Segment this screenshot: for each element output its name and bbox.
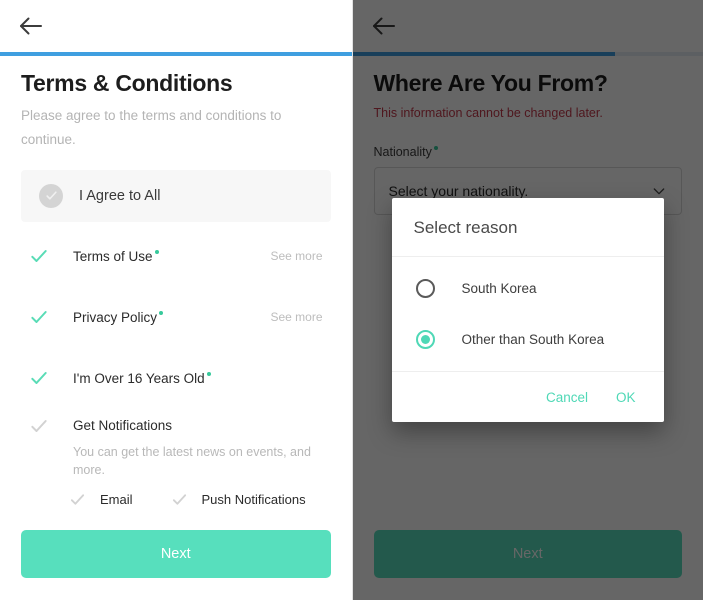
term-label-text: I'm Over 16 Years Old [73,370,205,386]
term-label: I'm Over 16 Years Old [73,371,211,386]
left-appbar [0,0,352,52]
terms-screen: Terms & Conditions Please agree to the t… [0,0,353,600]
check-icon [45,191,57,200]
radio-unselected-icon [415,279,435,298]
term-label-text: Terms of Use [73,248,153,264]
dialog-option-label: South Korea [461,281,537,296]
notifications-row[interactable]: Get Notifications [29,409,331,443]
notifications-block: Get Notifications You can get the latest… [21,409,331,508]
check-icon [70,494,85,505]
check-circle-icon [39,183,63,208]
ok-button[interactable]: OK [602,384,650,411]
nationality-screen: Where Are You From? This information can… [352,0,703,600]
notifications-options: Email Push Notifications [69,491,331,508]
see-more-link[interactable]: See more [270,310,330,324]
see-more-link[interactable]: See more [270,249,330,263]
arrow-left-icon[interactable] [16,11,46,41]
check-icon [31,419,47,432]
terms-list: Terms of Use See more Privacy Policy See… [21,226,331,409]
check-icon [31,250,47,263]
select-reason-dialog: Select reason South Korea Other than Sou… [391,198,664,422]
term-label-text: Privacy Policy [73,309,158,325]
notification-option-label: Email [100,491,133,507]
radio-selected-icon [415,330,435,349]
required-dot-icon [154,249,159,254]
left-content: Terms & Conditions Please agree to the t… [0,52,352,508]
dialog-option-south-korea[interactable]: South Korea [392,263,664,314]
left-progress-fill [0,52,352,56]
term-row[interactable]: Terms of Use See more [21,226,331,287]
dual-screen-container: Terms & Conditions Please agree to the t… [0,0,703,600]
dialog-option-other[interactable]: Other than South Korea [392,314,664,365]
check-icon [31,311,47,324]
cancel-button[interactable]: Cancel [532,384,602,411]
check-icon [172,494,186,505]
term-label: Privacy Policy [73,309,164,325]
check-icon [31,372,47,385]
term-row[interactable]: I'm Over 16 Years Old [21,348,331,409]
notification-option-email[interactable]: Email [69,491,133,508]
term-row[interactable]: Privacy Policy See more [21,287,331,348]
notification-option-push[interactable]: Push Notifications [171,491,306,508]
next-button[interactable]: Next [21,530,331,578]
dialog-actions: Cancel OK [391,371,664,422]
dialog-options: South Korea Other than South Korea [392,257,664,371]
notifications-label: Get Notifications [73,418,173,434]
page-title: Terms & Conditions [21,70,233,96]
notification-option-label: Push Notifications [201,491,306,507]
dialog-option-label: Other than South Korea [461,332,605,347]
page-subtitle: Please agree to the terms and conditions… [21,108,282,148]
agree-all-row[interactable]: I Agree to All [21,169,331,222]
required-dot-icon [159,310,164,315]
left-progress-track [0,52,352,56]
agree-all-label: I Agree to All [79,187,161,204]
term-label: Terms of Use [73,249,159,264]
notifications-description: You can get the latest news on events, a… [73,444,311,477]
dialog-title: Select reason [391,198,664,257]
required-dot-icon [206,371,211,376]
